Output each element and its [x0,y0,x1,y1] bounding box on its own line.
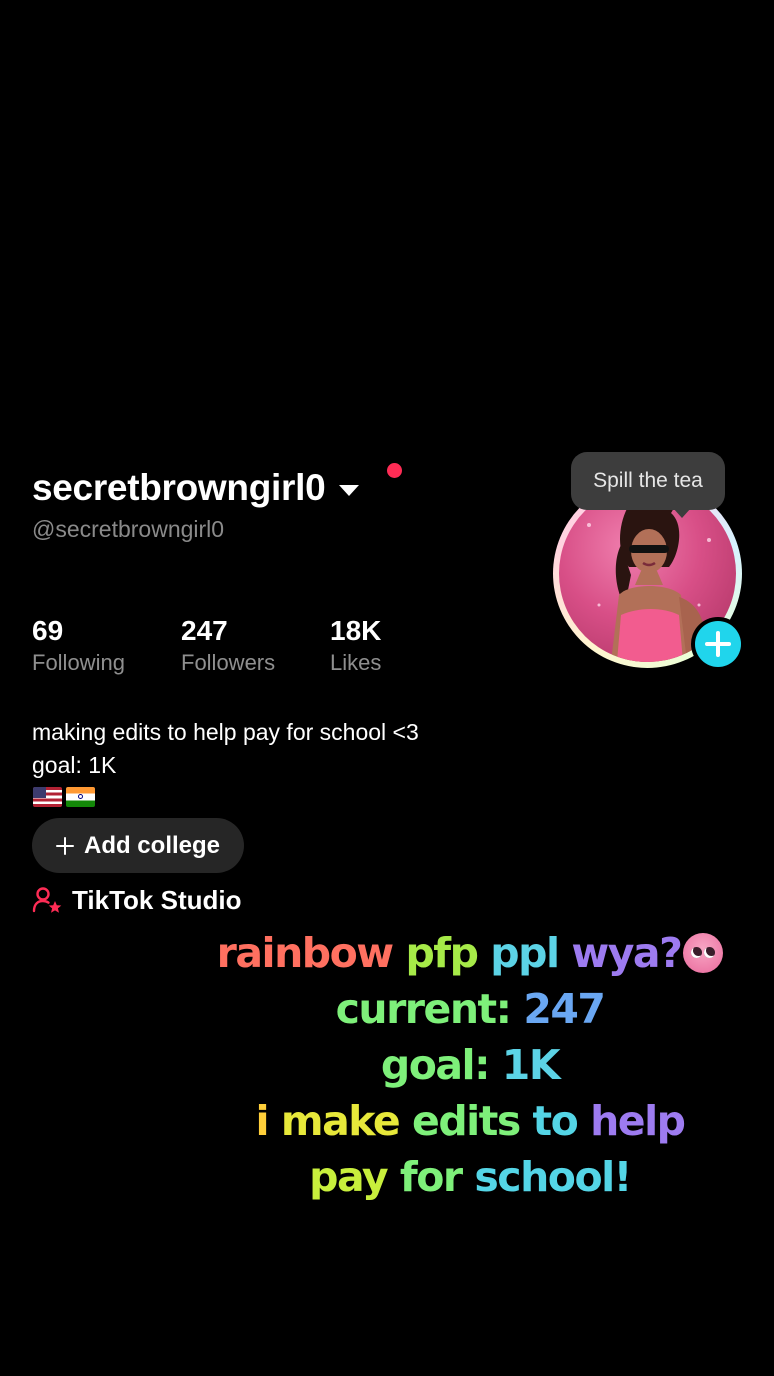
likes-count: 18K [330,615,382,646]
following-label: Following [32,650,125,675]
bio-flags [33,787,95,807]
overlay-word: to [532,1097,579,1145]
tooltip-tail [673,508,691,518]
overlay-line: pay for school! [200,1149,740,1205]
plus-icon [55,836,74,855]
add-college-label: Add college [83,831,221,859]
followers-count: 247 [181,615,228,646]
india-flag-icon [66,787,95,807]
overlay-word: edits [412,1097,521,1145]
following-count: 69 [32,615,64,646]
overlay-word: for [399,1153,463,1201]
overlay-word: make [280,1097,401,1145]
pleading-face-emoji-icon [683,933,724,973]
overlay-line: goal: 1K [200,1037,740,1093]
overlay-label: goal: [380,1041,491,1089]
overlay-word: pfp [405,929,479,977]
rainbow-overlay-text: rainbow pfp ppl wya? current: 247 goal: … [200,925,740,1205]
plus-icon [695,621,741,667]
overlay-word: pay [309,1153,388,1201]
followers-label: Followers [181,650,276,675]
username-handle: @secretbrowngirl0 [32,516,225,542]
account-switcher-caret-icon[interactable] [339,484,360,496]
overlay-value: 1K [501,1041,561,1089]
following-stat[interactable]: 69 Following [32,614,181,678]
spill-the-tea-tooltip[interactable]: Spill the tea [571,452,725,510]
creator-star-icon [32,887,62,913]
add-story-button[interactable] [691,617,745,671]
overlay-word: wya? [571,929,683,977]
bio-line: goal: 1K [32,752,117,778]
notification-dot [387,463,402,478]
bio-line: making edits to help pay for school <3 [32,719,419,745]
overlay-value: 247 [523,985,606,1033]
overlay-line: current: 247 [200,981,740,1037]
overlay-line: rainbow pfp ppl wya? [200,925,740,981]
overlay-word: help [590,1097,686,1145]
display-name: secretbrowngirl0 [32,467,326,508]
overlay-label: current: [335,985,512,1033]
overlay-word: rainbow [216,929,395,977]
followers-stat[interactable]: 247 Followers [181,614,330,678]
username-row[interactable]: secretbrowngirl0 [32,462,360,514]
us-flag-icon [33,787,62,807]
overlay-word: ppl [490,929,560,977]
overlay-word: i [255,1097,270,1145]
overlay-line: i make edits to help [200,1093,740,1149]
overlay-word: school! [474,1153,632,1201]
likes-label: Likes [330,650,382,675]
profile-stats: 69 Following 247 Followers 18K Likes [32,614,381,678]
tiktok-studio-link[interactable]: TikTok Studio [32,884,241,916]
likes-stat[interactable]: 18K Likes [330,614,381,678]
add-college-button[interactable]: Add college [32,818,244,873]
profile-bio: making edits to help pay for school <3 g… [32,716,419,782]
tiktok-studio-label: TikTok Studio [72,884,242,915]
